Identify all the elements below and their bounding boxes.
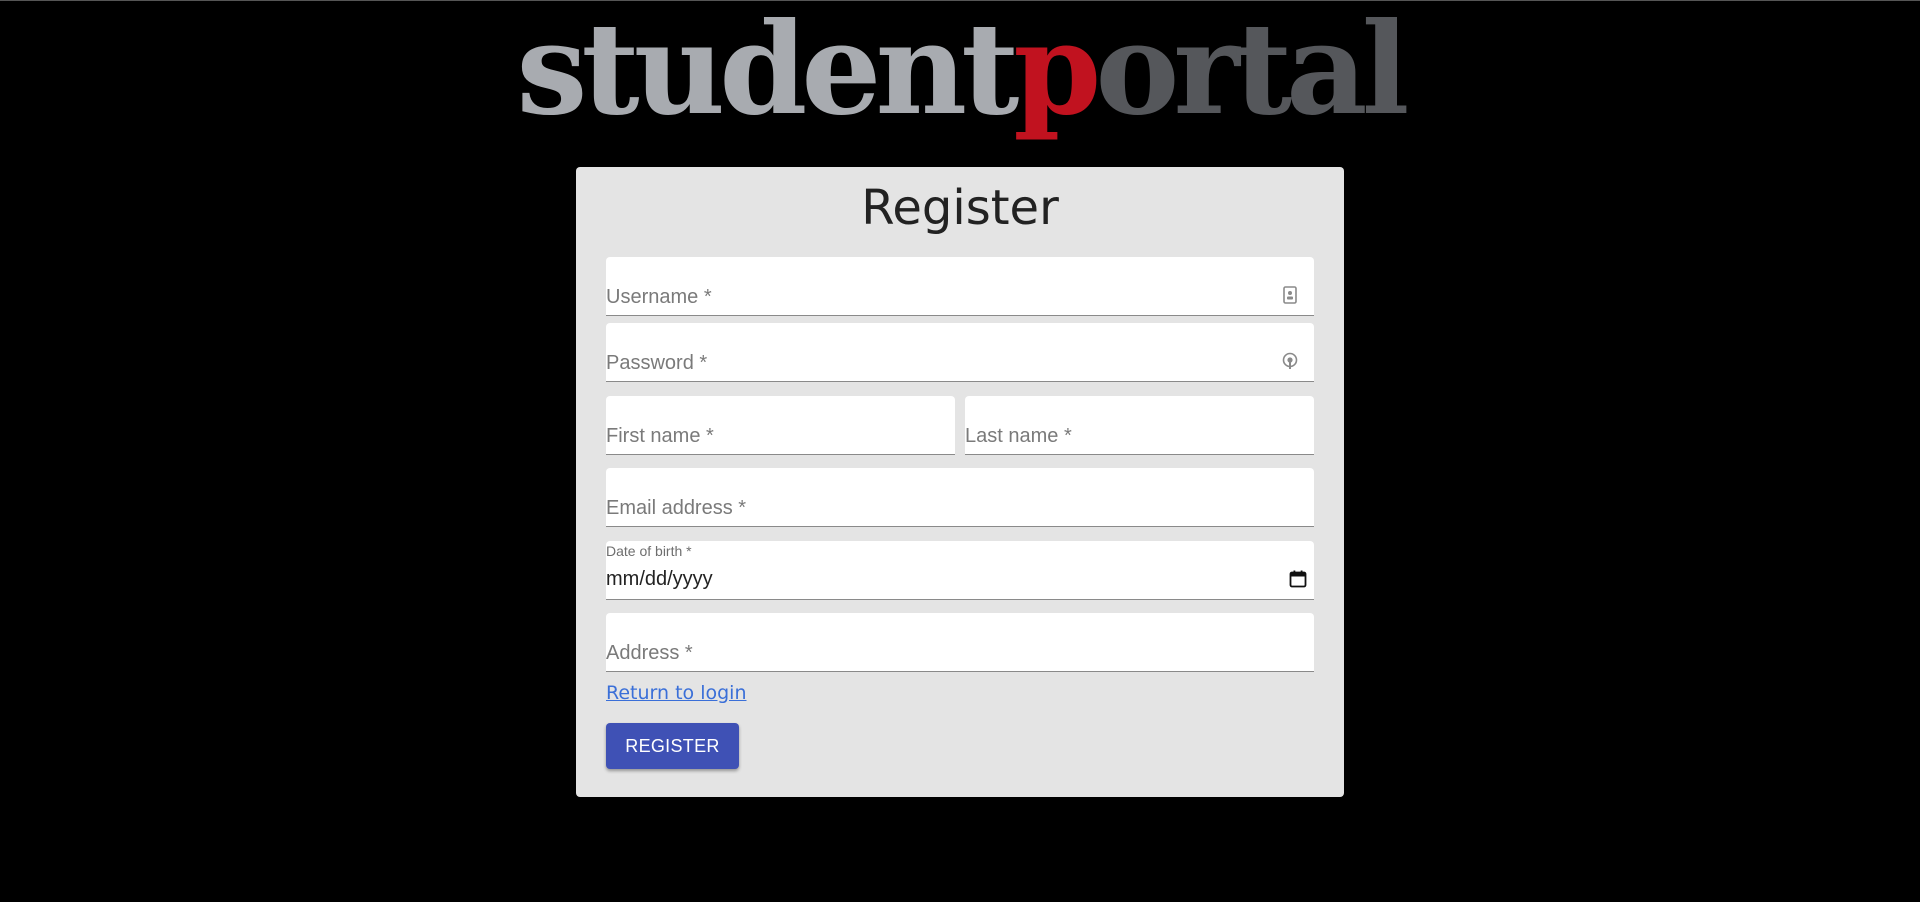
date-of-birth-value: mm/dd/yyyy (606, 568, 713, 590)
first-name-field[interactable]: First name * (606, 396, 955, 455)
register-button[interactable]: REGISTER (606, 723, 739, 769)
contact-card-icon (1280, 285, 1300, 305)
logo-text-portal: ortal (1095, 0, 1409, 143)
first-name-label: First name * (606, 425, 714, 447)
password-field[interactable]: Password * (606, 323, 1314, 382)
logo-text-student: student (516, 0, 1019, 143)
register-card: Register Username * Password * First nam… (576, 167, 1344, 797)
last-name-field[interactable]: Last name * (965, 396, 1314, 455)
last-name-label: Last name * (965, 425, 1072, 447)
username-label: Username * (606, 286, 712, 308)
page-title: Register (861, 180, 1059, 236)
date-of-birth-field[interactable]: Date of birth * mm/dd/yyyy (606, 541, 1314, 600)
email-field[interactable]: Email address * (606, 468, 1314, 527)
logo-text-accent: p (1013, 0, 1101, 143)
address-field[interactable]: Address * (606, 613, 1314, 672)
username-field[interactable]: Username * (606, 257, 1314, 316)
key-icon (1280, 351, 1300, 371)
student-portal-logo: studentportal (0, 4, 1920, 134)
email-label: Email address * (606, 497, 747, 519)
date-of-birth-label: Date of birth * (606, 543, 692, 559)
return-to-login-link[interactable]: Return to login (606, 682, 747, 704)
calendar-icon[interactable] (1288, 569, 1308, 589)
password-label: Password * (606, 352, 708, 374)
address-label: Address * (606, 642, 693, 664)
